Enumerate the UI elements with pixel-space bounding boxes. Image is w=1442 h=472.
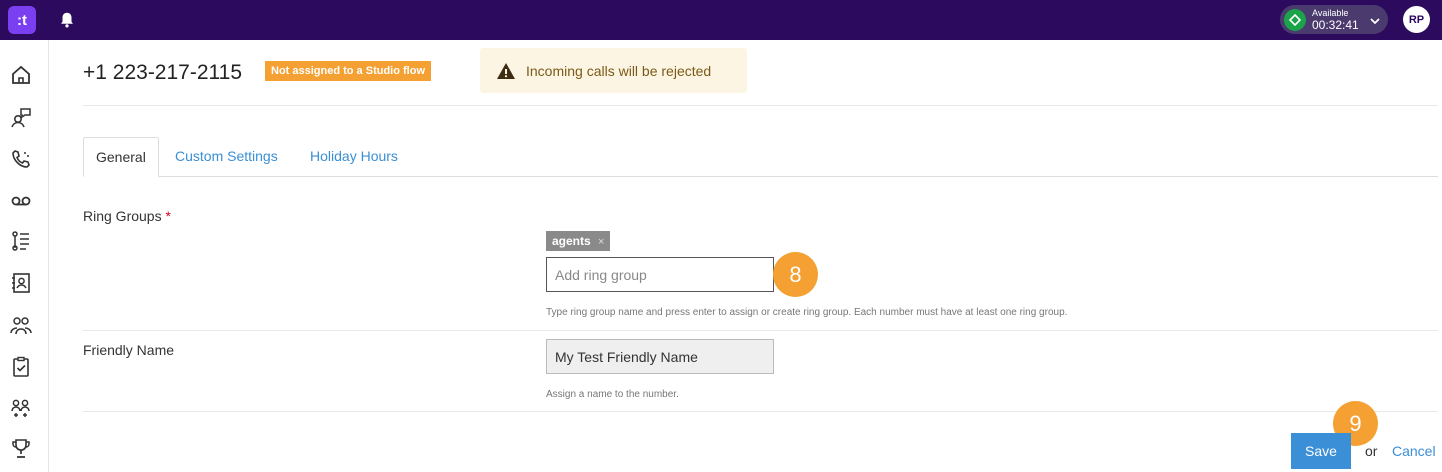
ring-groups-label: Ring Groups * (83, 208, 171, 224)
tab-general[interactable]: General (83, 137, 159, 177)
list-icon[interactable] (10, 230, 32, 252)
ring-group-input[interactable] (546, 257, 774, 292)
required-marker: * (165, 208, 171, 224)
friendly-name-help-text: Assign a name to the number. (546, 389, 679, 400)
team-icon[interactable] (10, 314, 32, 336)
chevron-down-icon (1369, 14, 1381, 26)
phone-number-title: +1 223-217-2115 (83, 61, 242, 84)
available-status-icon (1284, 8, 1306, 31)
home-icon[interactable] (10, 64, 32, 86)
sidebar (0, 40, 49, 472)
friendly-name-label: Friendly Name (83, 342, 175, 358)
ring-group-chip-label: agents (552, 234, 591, 248)
save-button[interactable]: Save (1291, 433, 1351, 469)
cancel-link[interactable]: Cancel (1392, 443, 1436, 459)
app-logo[interactable]: :t (8, 6, 36, 34)
step-8-marker: 8 (773, 252, 818, 297)
user-avatar[interactable]: RP (1403, 6, 1430, 33)
studio-flow-badge: Not assigned to a Studio flow (265, 61, 431, 81)
settings-tabs: General Custom Settings Holiday Hours (83, 137, 1438, 177)
incoming-calls-alert: Incoming calls will be rejected (480, 48, 747, 93)
or-text: or (1365, 443, 1378, 459)
warning-icon (496, 62, 516, 80)
ring-group-help-text: Type ring group name and press enter to … (546, 307, 1068, 318)
status-label: Available (1312, 7, 1349, 18)
phone-calls-icon[interactable] (10, 148, 32, 170)
ring-groups-label-text: Ring Groups (83, 208, 162, 224)
friendly-name-input[interactable] (546, 339, 774, 374)
availability-status-dropdown[interactable]: Available 00:32:41 (1280, 5, 1388, 34)
header-divider (83, 105, 1438, 106)
contact-chat-icon[interactable] (10, 107, 32, 129)
tab-custom-settings[interactable]: Custom Settings (175, 137, 278, 177)
trophy-icon[interactable] (10, 437, 32, 459)
bell-icon[interactable] (58, 11, 76, 29)
alert-message: Incoming calls will be rejected (526, 62, 712, 79)
users-icon[interactable] (10, 397, 32, 419)
tab-holiday-hours[interactable]: Holiday Hours (310, 137, 398, 177)
top-bar: :t Available 00:32:41 RP (0, 0, 1442, 40)
ring-group-chip: agents × (546, 231, 611, 251)
contacts-book-icon[interactable] (10, 272, 32, 294)
voicemail-icon[interactable] (10, 190, 32, 212)
remove-chip-icon[interactable]: × (598, 236, 604, 248)
ring-group-divider (83, 330, 1438, 331)
friendly-name-divider (83, 411, 1438, 412)
status-timer: 00:32:41 (1312, 17, 1359, 32)
tasks-icon[interactable] (10, 356, 32, 378)
